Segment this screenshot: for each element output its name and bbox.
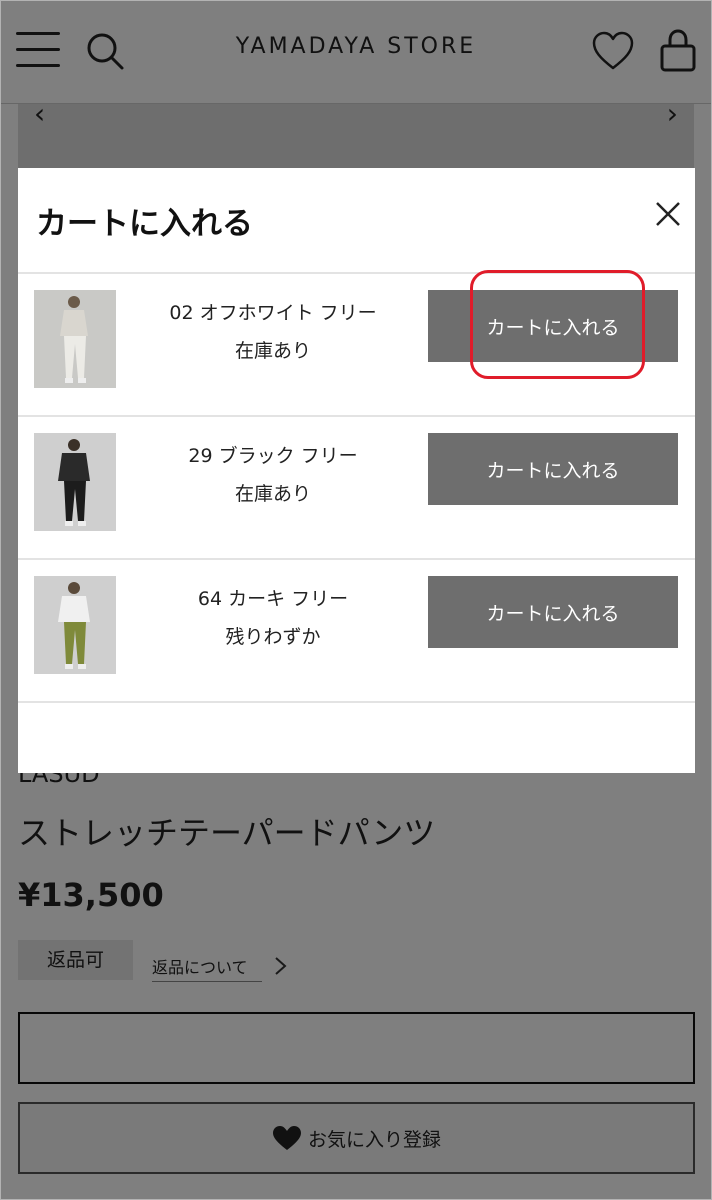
highlight-annotation bbox=[470, 270, 645, 379]
variant-name: 64 カーキ フリー bbox=[197, 588, 349, 610]
divider bbox=[18, 701, 695, 703]
stock-status: 在庫あり bbox=[234, 483, 311, 505]
product-thumbnail bbox=[34, 576, 116, 674]
modal-title: カートに入れる bbox=[36, 206, 253, 242]
add-to-cart-button[interactable]: カートに入れる bbox=[428, 576, 678, 648]
product-thumbnail bbox=[34, 290, 116, 388]
variant-name: 02 オフホワイト フリー bbox=[169, 302, 377, 324]
stock-status: 残りわずか bbox=[225, 626, 321, 648]
close-icon[interactable] bbox=[652, 198, 684, 230]
variant-row-black: 29 ブラック フリー 在庫あり カートに入れる bbox=[18, 417, 695, 559]
variant-name: 29 ブラック フリー bbox=[188, 445, 358, 467]
add-to-cart-button[interactable]: カートに入れる bbox=[428, 433, 678, 505]
variant-row-khaki: 64 カーキ フリー 残りわずか カートに入れる bbox=[18, 560, 695, 702]
add-to-cart-modal: カートに入れる 02 オフホワイト フリー 在庫あり カートに入れる 29 ブラ… bbox=[18, 168, 695, 773]
stock-status: 在庫あり bbox=[234, 340, 311, 362]
product-thumbnail bbox=[34, 433, 116, 531]
